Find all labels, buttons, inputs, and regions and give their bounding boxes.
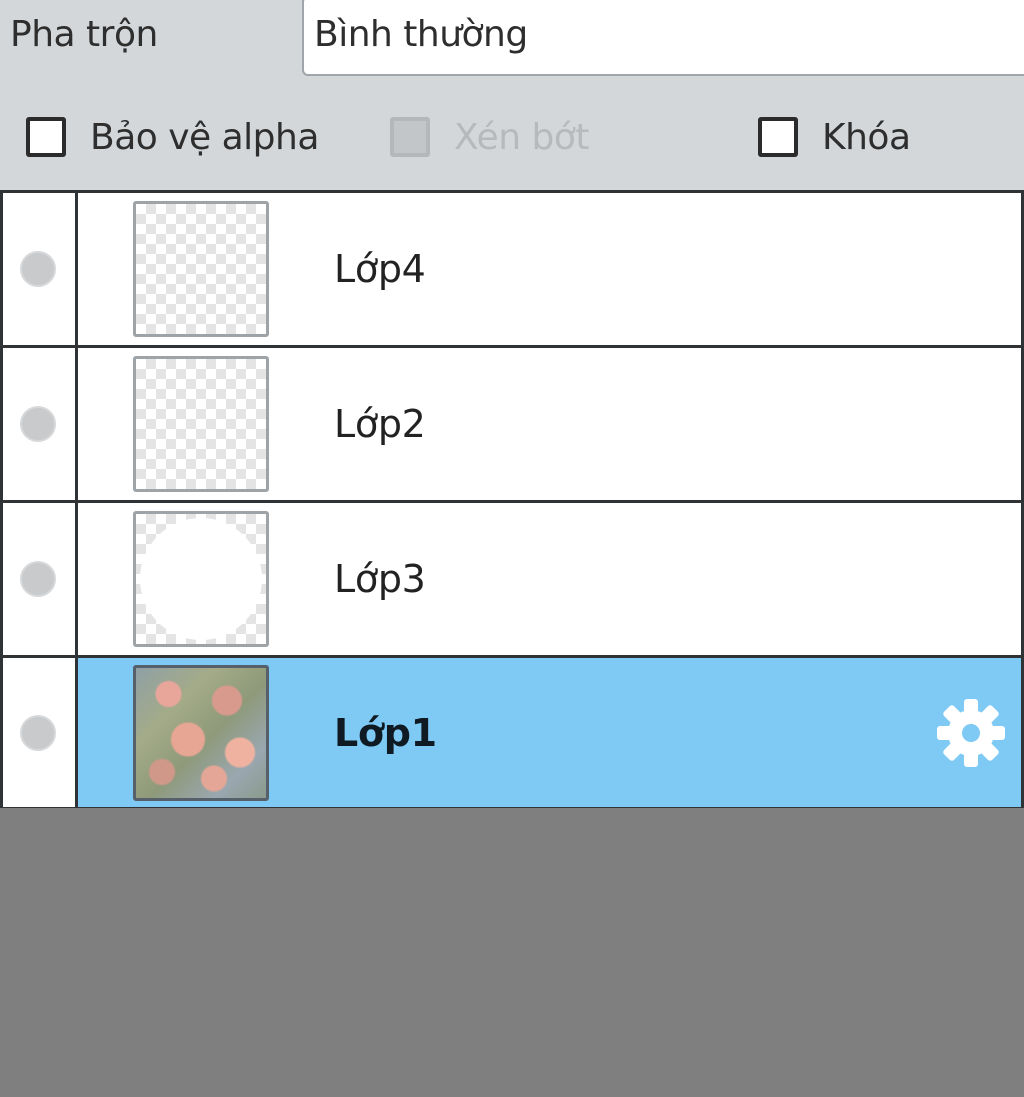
layer-name: Lớp2 bbox=[334, 402, 426, 446]
layer-item[interactable]: Lớp2 bbox=[78, 348, 1021, 500]
visibility-cell[interactable] bbox=[3, 658, 78, 807]
blend-mode-label: Pha trộn bbox=[10, 14, 158, 55]
lock-checkbox[interactable] bbox=[758, 117, 798, 157]
visibility-cell[interactable] bbox=[3, 193, 78, 345]
layer-name: Lớp3 bbox=[334, 557, 426, 601]
visibility-dot-icon[interactable] bbox=[20, 406, 56, 442]
visibility-dot-icon[interactable] bbox=[20, 561, 56, 597]
lock-option[interactable]: Khóa bbox=[758, 110, 911, 164]
layer-row-selected[interactable]: Lớp1 bbox=[0, 655, 1024, 810]
layer-thumbnail-photo bbox=[133, 664, 269, 801]
layer-name: Lớp4 bbox=[334, 247, 426, 291]
layer-item[interactable]: Lớp3 bbox=[78, 503, 1021, 655]
white-circle-shape bbox=[140, 518, 262, 640]
layer-row[interactable]: Lớp4 bbox=[0, 190, 1024, 345]
protect-alpha-checkbox[interactable] bbox=[26, 117, 66, 157]
clip-option: Xén bớt bbox=[390, 110, 589, 164]
empty-layer-area bbox=[0, 808, 1024, 1097]
blend-mode-select[interactable]: Bình thường bbox=[302, 0, 1024, 76]
layer-row[interactable]: Lớp2 bbox=[0, 345, 1024, 500]
layer-options-row: Bảo vệ alpha Xén bớt Khóa bbox=[0, 80, 1024, 190]
layer-row[interactable]: Lớp3 bbox=[0, 500, 1024, 655]
blend-mode-row: Pha trộn Bình thường bbox=[0, 0, 1024, 80]
layer-thumbnail bbox=[133, 511, 269, 647]
protect-alpha-option[interactable]: Bảo vệ alpha bbox=[26, 110, 319, 164]
layer-item[interactable]: Lớp4 bbox=[78, 193, 1021, 345]
clip-checkbox bbox=[390, 117, 430, 157]
visibility-dot-icon[interactable] bbox=[20, 714, 56, 751]
layer-name: Lớp1 bbox=[334, 710, 437, 755]
layer-thumbnail bbox=[133, 201, 269, 337]
visibility-cell[interactable] bbox=[3, 348, 78, 500]
layer-list: Lớp4 Lớp2 Lớp3 Lớp1 bbox=[0, 190, 1024, 810]
layer-item[interactable]: Lớp1 bbox=[78, 658, 1021, 807]
lock-label: Khóa bbox=[822, 116, 911, 158]
gear-icon[interactable] bbox=[935, 697, 1007, 769]
layers-panel: Pha trộn Bình thường Bảo vệ alpha Xén bớ… bbox=[0, 0, 1024, 1097]
visibility-dot-icon[interactable] bbox=[20, 251, 56, 287]
protect-alpha-label: Bảo vệ alpha bbox=[90, 116, 319, 158]
visibility-cell[interactable] bbox=[3, 503, 78, 655]
layer-thumbnail bbox=[133, 356, 269, 492]
blend-mode-value: Bình thường bbox=[314, 14, 528, 55]
clip-label: Xén bớt bbox=[454, 116, 589, 158]
